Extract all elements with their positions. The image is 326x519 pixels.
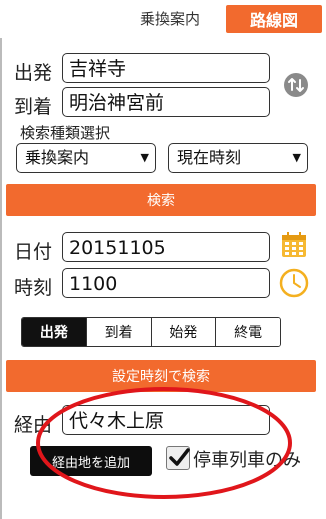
- search-with-time-button[interactable]: 設定時刻で検索: [6, 360, 316, 392]
- search-type-value: 乗換案内: [25, 148, 90, 167]
- header: 乗換案内 路線図: [0, 0, 326, 38]
- clock-icon[interactable]: [279, 268, 309, 298]
- via-input[interactable]: 代々木上原: [62, 405, 270, 435]
- date-input[interactable]: 20151105: [62, 232, 270, 262]
- to-label: 到着: [14, 96, 53, 118]
- time-mode-departure[interactable]: 出発: [22, 318, 87, 346]
- dropdown-arrow-icon: ▼: [292, 151, 301, 164]
- from-input[interactable]: 吉祥寺: [62, 53, 270, 83]
- search-type-label: 検索種類選択: [20, 124, 111, 142]
- time-label: 時刻: [14, 277, 53, 299]
- to-input[interactable]: 明治神宮前: [62, 87, 270, 117]
- time-mode-last-train[interactable]: 終電: [216, 318, 280, 346]
- calendar-icon[interactable]: [281, 232, 307, 258]
- time-type-value: 現在時刻: [177, 148, 242, 167]
- time-input[interactable]: 1100: [62, 268, 270, 298]
- stop-only-label: 停車列車のみ: [193, 450, 301, 471]
- checkmark-icon: [169, 448, 190, 466]
- swap-icon[interactable]: [283, 72, 309, 98]
- add-via-button[interactable]: 経由地を追加: [30, 446, 152, 476]
- panel-border: [0, 38, 2, 519]
- time-mode-first-train[interactable]: 始発: [151, 318, 217, 346]
- via-label: 経由: [14, 414, 53, 436]
- stop-only-checkbox[interactable]: [166, 446, 190, 470]
- from-label: 出発: [14, 62, 53, 84]
- date-label: 日付: [14, 241, 53, 263]
- time-mode-segmented-control: 出発 到着 始発 終電: [21, 317, 281, 347]
- tab-transfer[interactable]: 乗換案内: [140, 8, 200, 29]
- dropdown-arrow-icon: ▼: [140, 151, 149, 164]
- time-type-select[interactable]: 現在時刻 ▼: [168, 143, 308, 173]
- search-button[interactable]: 検索: [6, 184, 316, 216]
- search-type-select[interactable]: 乗換案内 ▼: [16, 143, 156, 173]
- time-mode-arrival[interactable]: 到着: [86, 318, 152, 346]
- tab-route-map[interactable]: 路線図: [226, 5, 322, 33]
